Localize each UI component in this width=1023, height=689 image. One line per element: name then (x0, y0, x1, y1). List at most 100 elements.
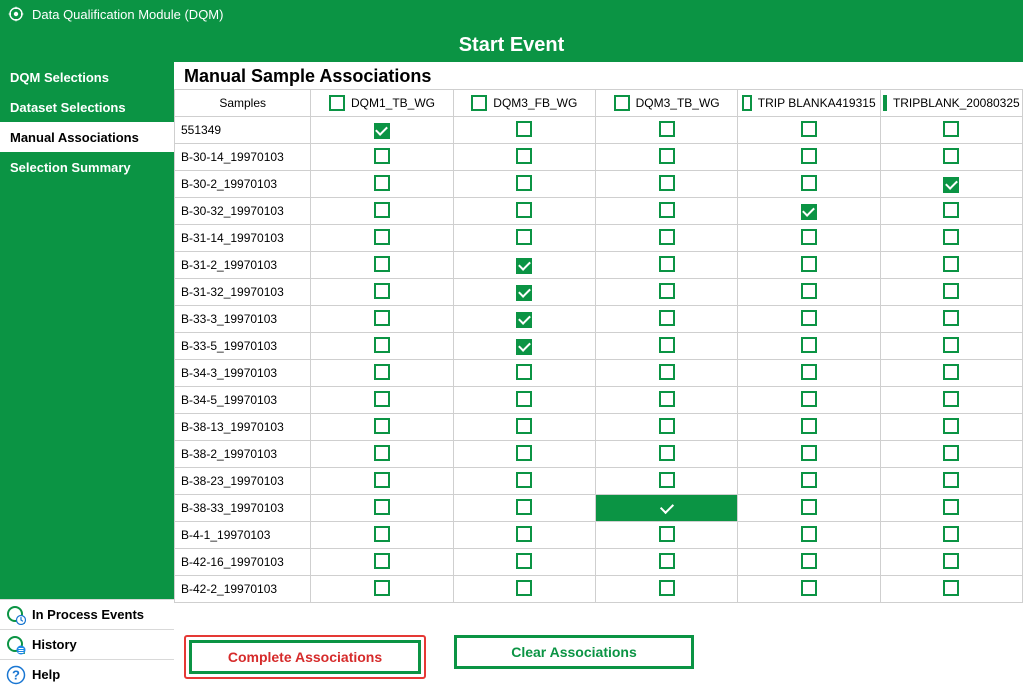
association-checkbox[interactable] (943, 364, 959, 380)
association-cell[interactable] (595, 279, 737, 306)
association-cell[interactable] (311, 306, 453, 333)
association-cell[interactable] (311, 333, 453, 360)
association-cell[interactable] (453, 441, 595, 468)
association-checkbox[interactable] (943, 499, 959, 515)
clear-associations-button[interactable]: Clear Associations (454, 635, 694, 669)
association-checkbox[interactable] (374, 256, 390, 272)
association-checkbox[interactable] (374, 445, 390, 461)
association-cell[interactable] (880, 414, 1022, 441)
association-cell[interactable] (738, 279, 880, 306)
association-checkbox[interactable] (801, 148, 817, 164)
association-checkbox[interactable] (943, 391, 959, 407)
association-cell[interactable] (595, 117, 737, 144)
association-checkbox[interactable] (801, 256, 817, 272)
association-checkbox[interactable] (943, 229, 959, 245)
association-checkbox[interactable] (374, 283, 390, 299)
association-checkbox[interactable] (943, 418, 959, 434)
association-cell[interactable] (595, 252, 737, 279)
association-cell[interactable] (453, 387, 595, 414)
association-checkbox[interactable] (801, 337, 817, 353)
association-cell[interactable] (595, 144, 737, 171)
association-cell[interactable] (738, 225, 880, 252)
association-checkbox[interactable] (516, 285, 532, 301)
association-checkbox[interactable] (374, 418, 390, 434)
column-select-all-checkbox[interactable] (471, 95, 487, 111)
complete-associations-button[interactable]: Complete Associations (189, 640, 421, 674)
association-checkbox[interactable] (801, 472, 817, 488)
association-cell[interactable] (738, 171, 880, 198)
association-cell[interactable] (738, 252, 880, 279)
association-checkbox[interactable] (943, 177, 959, 193)
association-checkbox[interactable] (516, 391, 532, 407)
association-cell[interactable] (880, 306, 1022, 333)
association-checkbox[interactable] (659, 148, 675, 164)
column-select-all-checkbox[interactable] (742, 95, 751, 111)
sidebar-bottom-in-process-events[interactable]: In Process Events (0, 599, 174, 629)
association-checkbox[interactable] (374, 364, 390, 380)
association-checkbox[interactable] (516, 202, 532, 218)
association-cell[interactable] (453, 360, 595, 387)
association-cell[interactable] (595, 522, 737, 549)
association-checkbox[interactable] (516, 121, 532, 137)
association-cell[interactable] (738, 549, 880, 576)
association-cell[interactable] (880, 549, 1022, 576)
association-cell[interactable] (880, 495, 1022, 522)
association-checkbox[interactable] (659, 121, 675, 137)
association-checkbox[interactable] (374, 526, 390, 542)
association-checkbox[interactable] (659, 283, 675, 299)
association-checkbox[interactable] (801, 391, 817, 407)
sidebar-bottom-help[interactable]: ?Help (0, 659, 174, 689)
association-cell[interactable] (595, 495, 737, 522)
association-checkbox[interactable] (801, 310, 817, 326)
association-cell[interactable] (311, 468, 453, 495)
association-checkbox[interactable] (516, 175, 532, 191)
association-checkbox[interactable] (516, 445, 532, 461)
sidebar-item-selection-summary[interactable]: Selection Summary (0, 152, 174, 182)
association-cell[interactable] (453, 549, 595, 576)
association-checkbox[interactable] (516, 580, 532, 596)
association-checkbox[interactable] (659, 553, 675, 569)
association-cell[interactable] (311, 576, 453, 603)
association-checkbox[interactable] (943, 553, 959, 569)
association-cell[interactable] (453, 117, 595, 144)
association-checkbox[interactable] (801, 580, 817, 596)
column-select-all-checkbox[interactable] (883, 95, 887, 111)
association-cell[interactable] (453, 252, 595, 279)
association-checkbox[interactable] (801, 418, 817, 434)
association-checkbox[interactable] (516, 229, 532, 245)
association-cell[interactable] (311, 144, 453, 171)
association-checkbox[interactable] (374, 391, 390, 407)
association-cell[interactable] (311, 360, 453, 387)
association-cell[interactable] (595, 576, 737, 603)
association-checkbox[interactable] (659, 364, 675, 380)
association-cell[interactable] (595, 468, 737, 495)
association-cell[interactable] (880, 387, 1022, 414)
association-cell[interactable] (880, 441, 1022, 468)
association-cell[interactable] (453, 468, 595, 495)
association-cell[interactable] (738, 387, 880, 414)
association-cell[interactable] (738, 306, 880, 333)
sidebar-item-dqm-selections[interactable]: DQM Selections (0, 62, 174, 92)
association-cell[interactable] (453, 279, 595, 306)
association-checkbox[interactable] (516, 553, 532, 569)
association-checkbox[interactable] (516, 258, 532, 274)
association-cell[interactable] (738, 495, 880, 522)
association-cell[interactable] (738, 576, 880, 603)
association-cell[interactable] (880, 117, 1022, 144)
association-checkbox[interactable] (943, 337, 959, 353)
association-cell[interactable] (453, 171, 595, 198)
association-checkbox[interactable] (374, 148, 390, 164)
association-checkbox[interactable] (374, 472, 390, 488)
association-cell[interactable] (311, 414, 453, 441)
association-cell[interactable] (311, 522, 453, 549)
association-checkbox[interactable] (659, 391, 675, 407)
association-checkbox[interactable] (659, 310, 675, 326)
association-cell[interactable] (595, 333, 737, 360)
association-cell[interactable] (880, 252, 1022, 279)
association-cell[interactable] (453, 522, 595, 549)
association-cell[interactable] (880, 468, 1022, 495)
association-checkbox[interactable] (943, 283, 959, 299)
association-checkbox[interactable] (374, 310, 390, 326)
association-checkbox[interactable] (801, 364, 817, 380)
association-checkbox[interactable] (374, 553, 390, 569)
